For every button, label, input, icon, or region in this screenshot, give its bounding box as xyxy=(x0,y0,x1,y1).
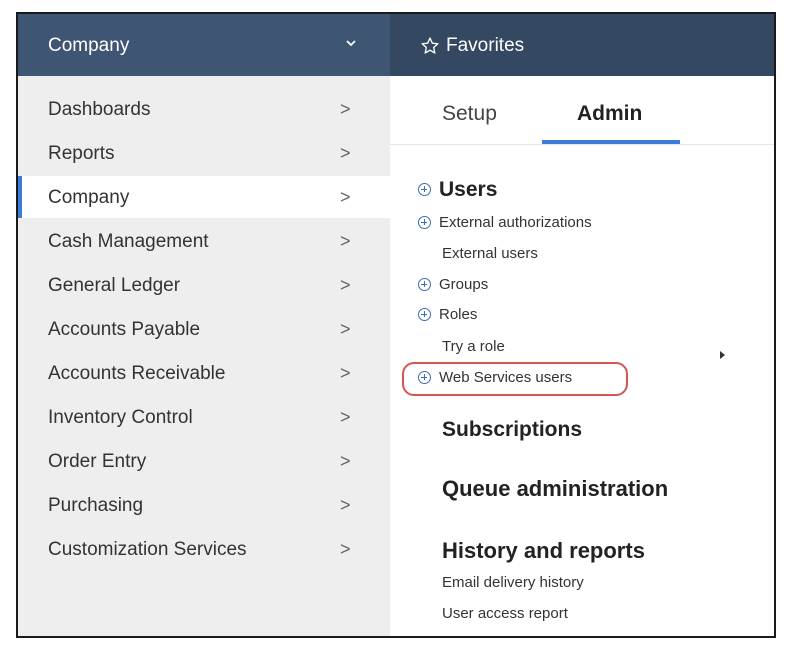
history-and-reports-heading[interactable]: History and reports xyxy=(442,538,645,564)
app-frame: Company Favorites Dashboards > Reports >… xyxy=(16,12,776,638)
sidebar-item-cash-management[interactable]: Cash Management > xyxy=(18,220,390,262)
queue-administration-heading[interactable]: Queue administration xyxy=(442,476,668,502)
company-menu-button[interactable]: Company xyxy=(18,14,390,76)
chevron-right-icon: > xyxy=(340,407,351,427)
sidebar-item-label: Purchasing xyxy=(48,495,144,516)
star-icon xyxy=(421,37,439,54)
sidebar-item-accounts-payable[interactable]: Accounts Payable > xyxy=(18,308,390,350)
expand-plus-icon[interactable] xyxy=(418,216,431,229)
main-content: Setup Admin Users External authorization… xyxy=(390,76,774,636)
sidebar-item-general-ledger[interactable]: General Ledger > xyxy=(18,264,390,306)
expand-plus-icon[interactable] xyxy=(418,371,431,384)
tab-setup[interactable]: Setup xyxy=(442,102,497,126)
chevron-right-icon: > xyxy=(340,319,351,339)
top-bar: Company Favorites xyxy=(18,14,774,76)
sidebar-item-inventory-control[interactable]: Inventory Control > xyxy=(18,396,390,438)
sidebar-item-label: General Ledger xyxy=(48,275,181,296)
chevron-right-icon: > xyxy=(340,451,351,471)
link-external-users[interactable]: External users xyxy=(442,245,538,262)
favorites-label: Favorites xyxy=(446,35,525,56)
active-tab-indicator xyxy=(542,140,680,144)
link-external-authorizations[interactable]: External authorizations xyxy=(439,214,592,231)
chevron-right-icon: > xyxy=(340,539,351,559)
tab-bar: Setup Admin xyxy=(390,76,774,145)
chevron-right-icon: > xyxy=(340,363,351,383)
chevron-right-icon: > xyxy=(340,275,351,295)
favorites-button[interactable]: Favorites xyxy=(420,33,524,59)
link-user-access-report[interactable]: User access report xyxy=(442,605,568,622)
sidebar-item-accounts-receivable[interactable]: Accounts Receivable > xyxy=(18,352,390,394)
sidebar-item-label: Dashboards xyxy=(48,99,151,120)
sidebar-item-order-entry[interactable]: Order Entry > xyxy=(18,440,390,482)
chevron-down-icon xyxy=(346,40,356,47)
chevron-right-icon: > xyxy=(340,143,351,163)
chevron-right-icon: > xyxy=(340,231,351,251)
expand-plus-icon[interactable] xyxy=(418,183,431,196)
chevron-right-icon: > xyxy=(340,187,351,207)
sidebar-item-purchasing[interactable]: Purchasing > xyxy=(18,484,390,526)
active-indicator xyxy=(18,176,22,218)
sidebar-item-label: Accounts Payable xyxy=(48,319,201,340)
sidebar-item-label: Cash Management xyxy=(48,231,209,252)
expand-plus-icon[interactable] xyxy=(418,278,431,291)
sidebar-item-label: Order Entry xyxy=(48,451,147,472)
sidebar-item-customization-services[interactable]: Customization Services > xyxy=(18,528,390,570)
link-roles[interactable]: Roles xyxy=(439,306,477,323)
caret-right-icon xyxy=(720,351,725,359)
sidebar-item-company[interactable]: Company > xyxy=(18,176,390,218)
link-groups[interactable]: Groups xyxy=(439,276,488,293)
chevron-right-icon: > xyxy=(340,495,351,515)
sidebar-item-reports[interactable]: Reports > xyxy=(18,132,390,174)
link-try-a-role[interactable]: Try a role xyxy=(442,338,505,355)
link-web-services-users[interactable]: Web Services users xyxy=(439,369,572,386)
sidebar-item-label: Company xyxy=(48,187,130,208)
sidebar-item-dashboards[interactable]: Dashboards > xyxy=(18,88,390,130)
sidebar-item-label: Customization Services xyxy=(48,539,247,560)
subscriptions-heading[interactable]: Subscriptions xyxy=(442,418,582,442)
company-menu-label: Company xyxy=(48,35,130,56)
sidebar-item-label: Inventory Control xyxy=(48,407,193,428)
tab-admin[interactable]: Admin xyxy=(577,102,642,126)
sidebar-item-label: Reports xyxy=(48,143,115,164)
sidebar: Dashboards > Reports > Company > Cash Ma… xyxy=(18,76,390,636)
sidebar-item-label: Accounts Receivable xyxy=(48,363,226,384)
link-email-delivery-history[interactable]: Email delivery history xyxy=(442,574,584,591)
users-heading[interactable]: Users xyxy=(439,178,497,202)
expand-plus-icon[interactable] xyxy=(418,308,431,321)
chevron-right-icon: > xyxy=(340,99,351,119)
